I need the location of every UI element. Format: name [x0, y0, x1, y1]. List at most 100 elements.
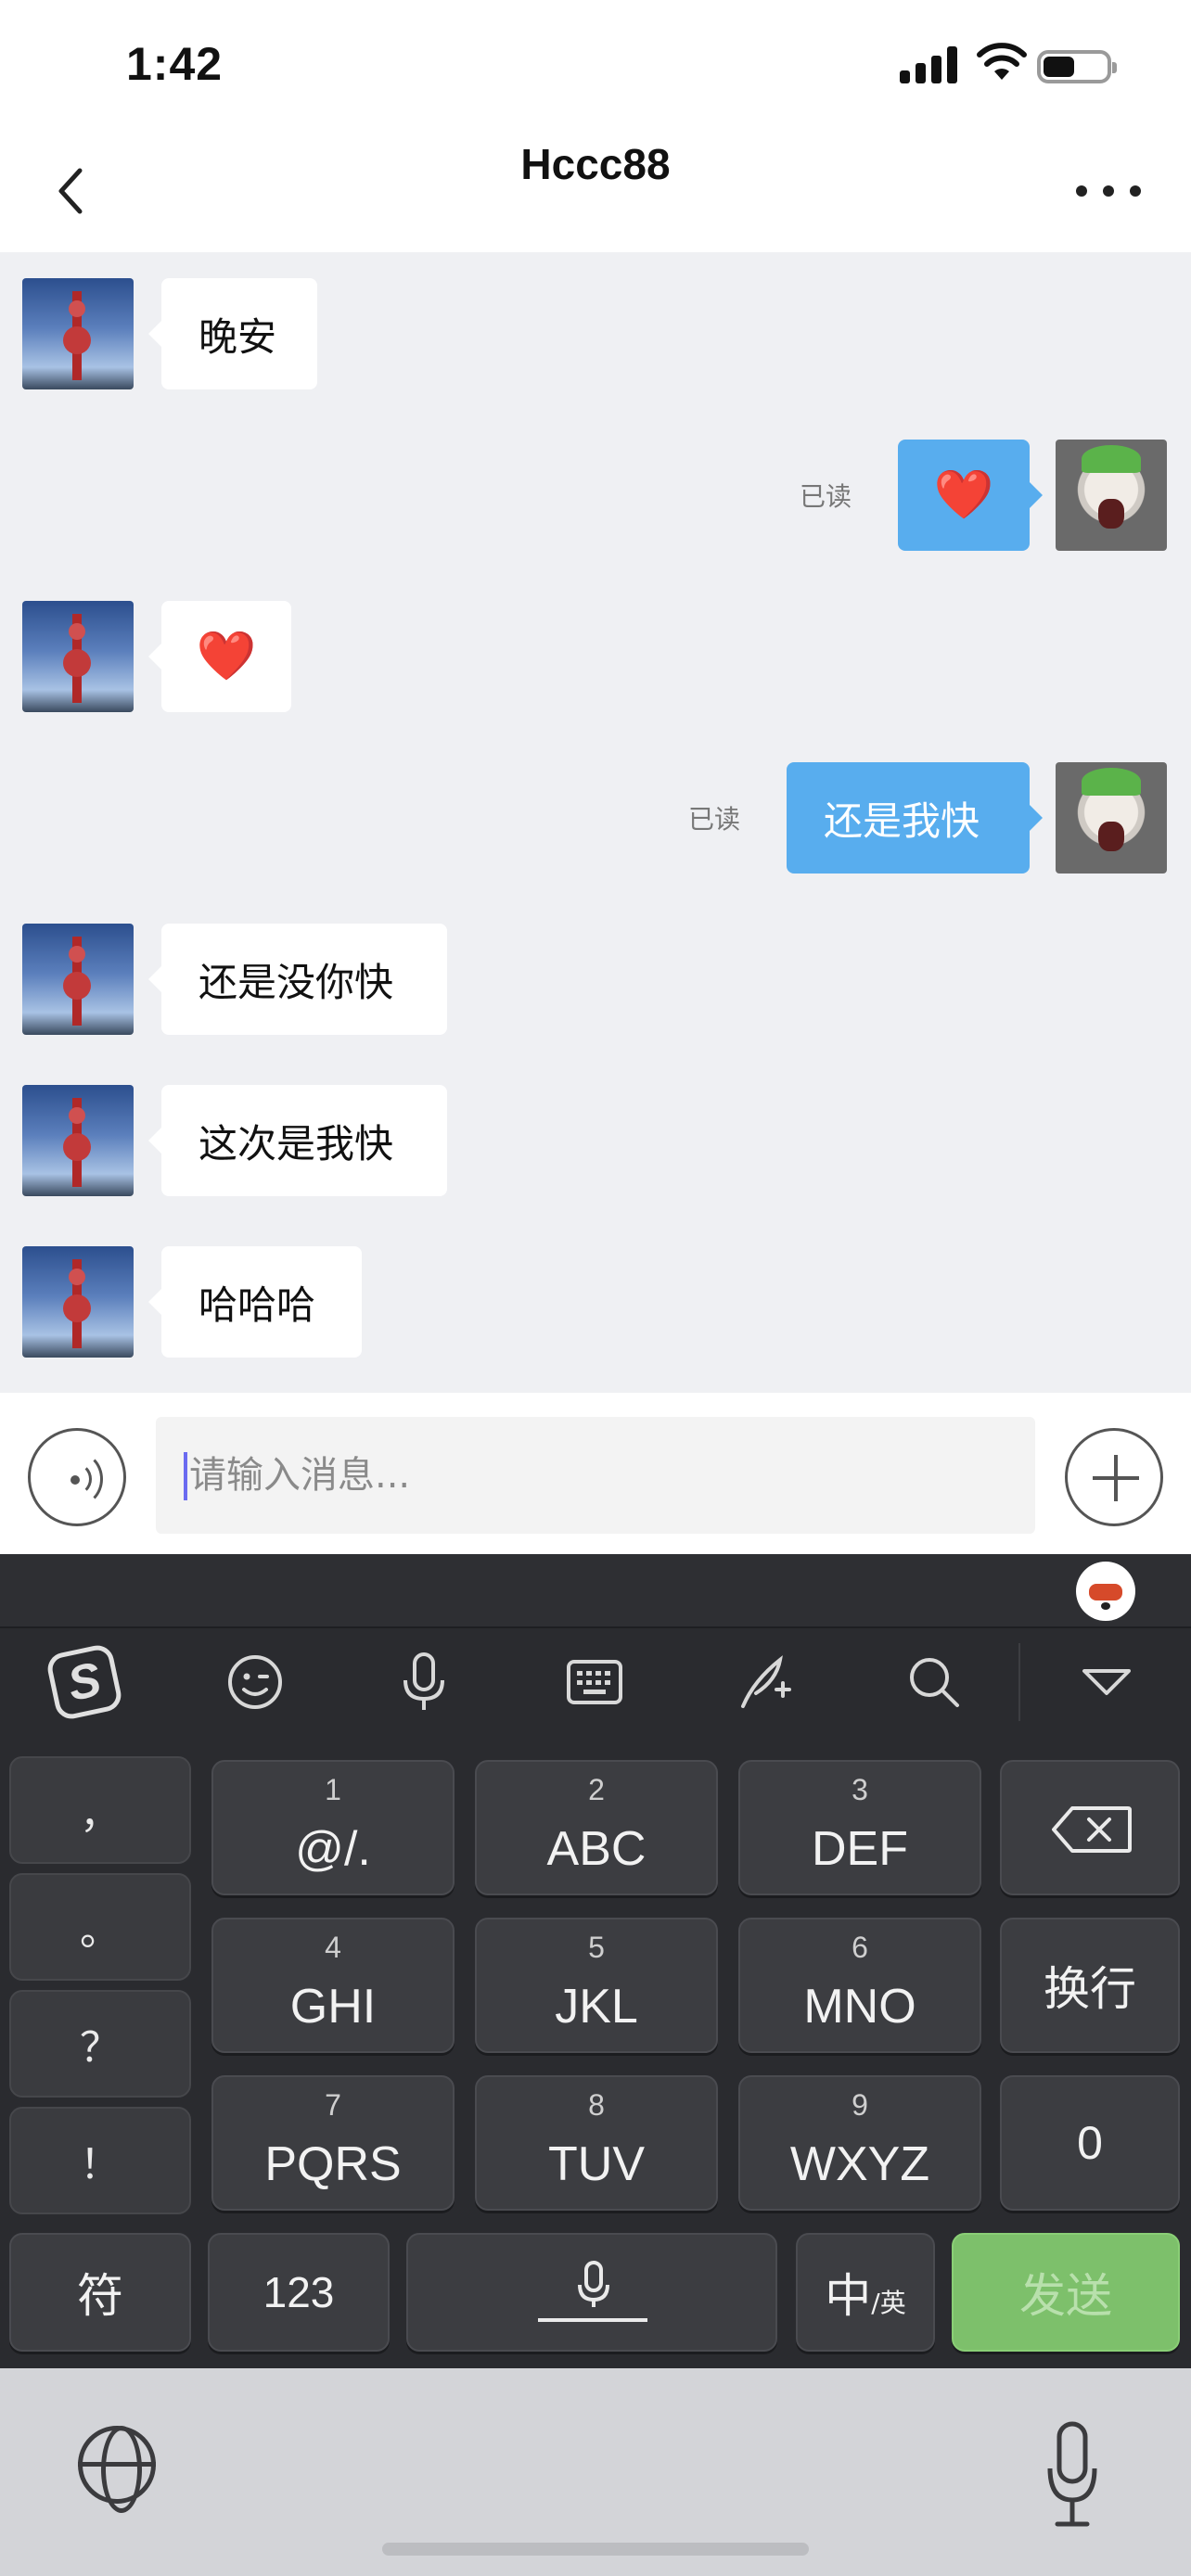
zero-label: 0 — [1077, 2117, 1103, 2169]
space-key[interactable] — [406, 2233, 777, 2352]
system-keyboard-bar — [0, 2368, 1191, 2576]
message-text: 哈哈哈 — [198, 1282, 316, 1328]
punctuation-key[interactable]: ！ — [9, 2107, 191, 2214]
language-main: 中 — [825, 2269, 872, 2323]
keyboard-icon[interactable] — [544, 1630, 646, 1734]
key-number: 8 — [588, 2088, 605, 2122]
dictation-microphone-icon[interactable] — [1046, 2420, 1098, 2531]
key-number: 6 — [852, 1931, 868, 1964]
send-button[interactable]: 发送 — [952, 2233, 1180, 2352]
punctuation-key[interactable]: 。 — [9, 1873, 191, 1981]
key-4[interactable]: 4 GHI — [211, 1918, 455, 2053]
language-label: 中/英 — [798, 2259, 933, 2326]
contact-avatar[interactable] — [22, 601, 134, 712]
keyboard: S ， 。 ？ ！ 1 @/. 2 ABC 3 DEF 4 GHI 5 JKL … — [0, 1554, 1191, 2368]
numbers-key[interactable]: 123 — [208, 2233, 390, 2352]
send-label: 发送 — [1019, 2269, 1112, 2323]
my-avatar[interactable] — [1056, 762, 1167, 874]
key-letters: GHI — [289, 1980, 377, 2034]
key-letters: DEF — [812, 1822, 908, 1876]
key-number: 1 — [325, 1773, 341, 1806]
message-text: 晚安 — [198, 313, 277, 360]
sogou-logo-text: S — [45, 1642, 124, 1722]
incoming-message[interactable]: 晚安 — [148, 278, 317, 389]
key-letters: TUV — [548, 2137, 645, 2191]
search-icon[interactable] — [883, 1630, 985, 1734]
mascot-icon[interactable] — [1076, 1562, 1135, 1621]
read-status: 已读 — [800, 481, 852, 512]
key-letters: PQRS — [264, 2137, 402, 2191]
incoming-message[interactable]: 这次是我快 — [148, 1085, 447, 1196]
message-text: 这次是我快 — [198, 1120, 394, 1167]
symbols-key[interactable]: 符 — [9, 2233, 191, 2352]
incoming-message[interactable]: ❤️ — [148, 601, 291, 712]
punctuation-key[interactable]: ， — [9, 1756, 191, 1864]
space-bar-line — [538, 2318, 647, 2322]
microphone-icon[interactable] — [373, 1630, 475, 1734]
language-switch-key[interactable]: 中/英 — [796, 2233, 935, 2352]
add-attachment-button[interactable] — [1065, 1428, 1163, 1526]
top-bar: 1:42 Hccc88 — [0, 0, 1191, 252]
key-number: 2 — [588, 1773, 605, 1806]
key-number: 5 — [588, 1931, 605, 1964]
message-input[interactable] — [156, 1417, 1035, 1534]
more-options-button[interactable] — [1076, 185, 1141, 198]
status-time: 1:42 — [126, 38, 224, 90]
contact-avatar[interactable] — [22, 1085, 134, 1196]
key-8[interactable]: 8 TUV — [475, 2075, 718, 2211]
heart-emoji: ❤️ — [196, 629, 257, 684]
key-3[interactable]: 3 DEF — [738, 1760, 981, 1895]
handwriting-icon[interactable] — [714, 1630, 816, 1734]
key-2[interactable]: 2 ABC — [475, 1760, 718, 1895]
newline-key[interactable]: 换行 — [1000, 1918, 1180, 2053]
key-6[interactable]: 6 MNO — [738, 1918, 981, 2053]
keyboard-toolbar: S — [0, 1630, 1191, 1734]
language-sub: /英 — [871, 2288, 906, 2318]
globe-icon[interactable] — [78, 2426, 156, 2513]
outgoing-message[interactable]: ❤️ — [898, 440, 1043, 551]
key-1[interactable]: 1 @/. — [211, 1760, 455, 1895]
message-input-bar — [0, 1393, 1191, 1554]
incoming-message[interactable]: 还是没你快 — [148, 924, 447, 1035]
key-7[interactable]: 7 PQRS — [211, 2075, 455, 2211]
key-letters: @/. — [295, 1822, 371, 1876]
message-text: 还是没你快 — [198, 959, 394, 1005]
wifi-icon — [977, 43, 1027, 80]
key-letters: ABC — [546, 1822, 647, 1876]
backspace-icon — [1052, 1806, 1132, 1853]
key-9[interactable]: 9 WXYZ — [738, 2075, 981, 2211]
key-number: 9 — [852, 2088, 868, 2122]
key-0[interactable]: 0 — [1000, 2075, 1180, 2211]
outgoing-message[interactable]: 还是我快 — [787, 762, 1043, 874]
cellular-signal-icon — [900, 46, 959, 83]
emoji-icon[interactable] — [204, 1630, 306, 1734]
contact-avatar[interactable] — [22, 278, 134, 389]
incoming-message[interactable]: 哈哈哈 — [148, 1246, 362, 1358]
key-number: 4 — [325, 1931, 341, 1964]
punctuation-key[interactable]: ？ — [9, 1990, 191, 2098]
home-indicator[interactable] — [382, 2543, 809, 2556]
symbols-label: 符 — [77, 2269, 123, 2323]
numbers-label: 123 — [263, 2268, 335, 2316]
my-avatar[interactable] — [1056, 440, 1167, 551]
contact-avatar[interactable] — [22, 924, 134, 1035]
heart-emoji: ❤️ — [933, 467, 994, 523]
contact-avatar[interactable] — [22, 1246, 134, 1358]
collapse-keyboard-icon[interactable] — [1056, 1630, 1158, 1734]
newline-label: 换行 — [1044, 1962, 1136, 2016]
key-number: 3 — [852, 1773, 868, 1806]
voice-input-button[interactable] — [28, 1428, 126, 1526]
voice-space-icon — [578, 2261, 609, 2307]
read-status: 已读 — [688, 804, 741, 835]
backspace-key[interactable] — [1000, 1760, 1180, 1895]
key-number: 7 — [325, 2088, 341, 2122]
text-caret — [184, 1452, 187, 1500]
key-letters: WXYZ — [789, 2137, 930, 2191]
toolbar-divider — [1018, 1643, 1020, 1721]
chat-area[interactable]: 晚安 已读 ❤️ ❤️ 已读 还是我快 还是没你快 这次是我快 哈哈哈 — [0, 252, 1191, 1393]
key-letters: MNO — [803, 1980, 916, 2034]
sogou-logo-icon[interactable]: S — [33, 1630, 135, 1734]
battery-level — [1044, 57, 1074, 77]
key-5[interactable]: 5 JKL — [475, 1918, 718, 2053]
key-letters: JKL — [555, 1980, 638, 2034]
